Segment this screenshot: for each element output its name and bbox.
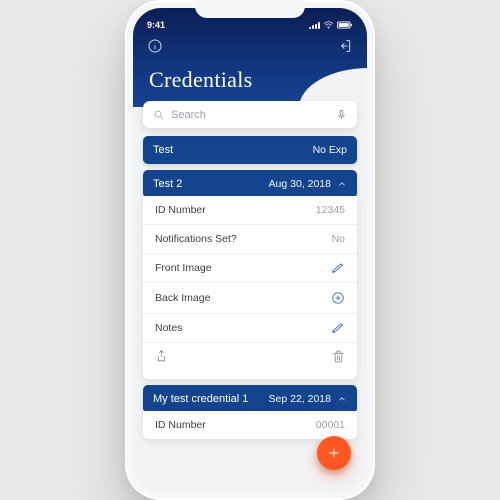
add-circle-icon [331,291,345,305]
credential-name: Test [153,144,173,156]
search-icon [153,109,165,121]
mic-icon[interactable] [336,108,347,121]
delete-button[interactable] [332,349,345,369]
search-bar[interactable] [143,101,357,128]
logout-icon [337,38,353,54]
field-label: Notes [155,322,182,334]
field-value: No [332,233,345,245]
share-icon [155,349,168,364]
credential-expiry: Sep 22, 2018 [269,393,331,405]
edit-icon [331,322,345,334]
share-button[interactable] [155,349,168,369]
field-label: ID Number [155,204,206,216]
field-label: Front Image [155,262,212,274]
plus-icon [326,445,342,461]
credential-header[interactable]: Test No Exp [143,136,357,164]
credential-name: Test 2 [153,178,182,190]
app-header: 9:41 Credentials [133,8,367,107]
credential-card: ID Number 12345 Notifications Set? No Fr… [143,196,357,379]
credential-header[interactable]: Test 2 Aug 30, 2018 [143,170,357,198]
screen: 9:41 Credentials [133,8,367,492]
field-label: Back Image [155,292,210,304]
field-row-id-number[interactable]: ID Number 00001 [143,411,357,439]
chevron-up-icon [337,394,347,404]
credential-expiry: Aug 30, 2018 [269,178,331,190]
credential-header[interactable]: My test credential 1 Sep 22, 2018 [143,385,357,413]
field-label: ID Number [155,419,206,431]
search-input[interactable] [171,109,330,121]
field-row-front-image[interactable]: Front Image [143,254,357,283]
battery-icon [337,21,353,29]
info-icon [147,38,163,54]
chevron-up-icon [337,179,347,189]
status-time: 9:41 [147,20,165,30]
status-right [309,21,353,29]
field-row-id-number[interactable]: ID Number 12345 [143,196,357,225]
field-label: Notifications Set? [155,233,237,245]
add-fab[interactable] [317,436,351,470]
field-value: 12345 [316,204,345,216]
device-notch [195,0,305,18]
logout-button[interactable] [337,38,353,59]
field-row-notes[interactable]: Notes [143,314,357,343]
content: Test No Exp Test 2 Aug 30, 2018 ID Numbe… [133,101,367,492]
credential-name: My test credential 1 [153,393,248,405]
field-value: 00001 [316,419,345,431]
credential-expiry: No Exp [313,144,347,156]
edit-icon [331,262,345,274]
trash-icon [332,349,345,364]
info-button[interactable] [147,38,163,59]
credential-card: ID Number 00001 [143,411,357,439]
phone-frame: 9:41 Credentials [125,0,375,500]
app-bar [133,32,367,63]
field-row-back-image[interactable]: Back Image [143,283,357,314]
wifi-icon [323,21,334,29]
card-actions [143,343,357,375]
field-row-notifications[interactable]: Notifications Set? No [143,225,357,254]
signal-icon [309,22,320,29]
